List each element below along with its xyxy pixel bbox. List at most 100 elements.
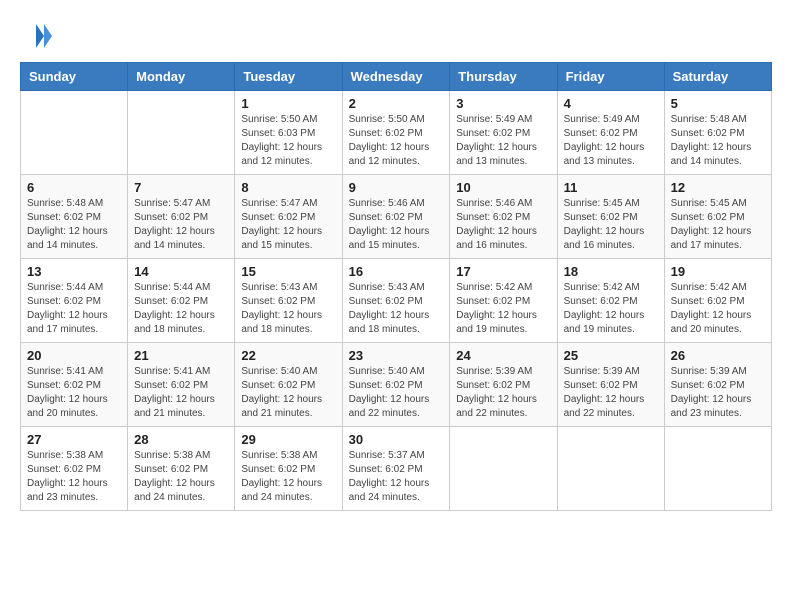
day-info: Sunrise: 5:44 AM Sunset: 6:02 PM Dayligh…: [27, 281, 121, 337]
day-cell: 30 Sunrise: 5:37 AM Sunset: 6:02 PM Dayli…: [342, 427, 450, 511]
day-info: Sunrise: 5:37 AM Sunset: 6:02 PM Dayligh…: [349, 449, 444, 505]
day-info: Sunrise: 5:38 AM Sunset: 6:02 PM Dayligh…: [27, 449, 121, 505]
day-cell: 20 Sunrise: 5:41 AM Sunset: 6:02 PM Dayli…: [21, 343, 128, 427]
day-cell: 2 Sunrise: 5:50 AM Sunset: 6:02 PM Daylig…: [342, 91, 450, 175]
day-cell: [450, 427, 557, 511]
day-number: 14: [134, 264, 228, 279]
day-number: 13: [27, 264, 121, 279]
day-number: 23: [349, 348, 444, 363]
day-number: 5: [671, 96, 765, 111]
day-info: Sunrise: 5:39 AM Sunset: 6:02 PM Dayligh…: [564, 365, 658, 421]
day-number: 10: [456, 180, 550, 195]
day-info: Sunrise: 5:42 AM Sunset: 6:02 PM Dayligh…: [671, 281, 765, 337]
day-info: Sunrise: 5:49 AM Sunset: 6:02 PM Dayligh…: [564, 113, 658, 169]
day-number: 19: [671, 264, 765, 279]
day-number: 25: [564, 348, 658, 363]
day-number: 3: [456, 96, 550, 111]
day-info: Sunrise: 5:39 AM Sunset: 6:02 PM Dayligh…: [671, 365, 765, 421]
day-number: 20: [27, 348, 121, 363]
week-row-5: 27 Sunrise: 5:38 AM Sunset: 6:02 PM Dayli…: [21, 427, 772, 511]
day-info: Sunrise: 5:49 AM Sunset: 6:02 PM Dayligh…: [456, 113, 550, 169]
day-info: Sunrise: 5:48 AM Sunset: 6:02 PM Dayligh…: [27, 197, 121, 253]
weekday-header-row: SundayMondayTuesdayWednesdayThursdayFrid…: [21, 63, 772, 91]
day-number: 6: [27, 180, 121, 195]
week-row-1: 1 Sunrise: 5:50 AM Sunset: 6:03 PM Daylig…: [21, 91, 772, 175]
day-cell: 10 Sunrise: 5:46 AM Sunset: 6:02 PM Dayli…: [450, 175, 557, 259]
day-info: Sunrise: 5:41 AM Sunset: 6:02 PM Dayligh…: [27, 365, 121, 421]
day-cell: 29Sunrise: 5:38 AM Sunset: 6:02 PM Dayli…: [235, 427, 342, 511]
day-info: Sunrise: 5:47 AM Sunset: 6:02 PM Dayligh…: [134, 197, 228, 253]
day-number: 27: [27, 432, 121, 447]
day-info: Sunrise: 5:38 AM Sunset: 6:02 PM Dayligh…: [134, 449, 228, 505]
logo: [20, 20, 54, 52]
calendar: SundayMondayTuesdayWednesdayThursdayFrid…: [20, 62, 772, 511]
day-number: 22: [241, 348, 335, 363]
day-cell: 22Sunrise: 5:40 AM Sunset: 6:02 PM Dayli…: [235, 343, 342, 427]
day-info: Sunrise: 5:50 AM Sunset: 6:02 PM Dayligh…: [349, 113, 444, 169]
day-info: Sunrise: 5:50 AM Sunset: 6:03 PM Dayligh…: [241, 113, 335, 169]
day-cell: 26 Sunrise: 5:39 AM Sunset: 6:02 PM Dayli…: [664, 343, 771, 427]
day-cell: [557, 427, 664, 511]
day-cell: 17 Sunrise: 5:42 AM Sunset: 6:02 PM Dayli…: [450, 259, 557, 343]
day-info: Sunrise: 5:46 AM Sunset: 6:02 PM Dayligh…: [349, 197, 444, 253]
day-cell: 14 Sunrise: 5:44 AM Sunset: 6:02 PM Dayli…: [128, 259, 235, 343]
day-info: Sunrise: 5:46 AM Sunset: 6:02 PM Dayligh…: [456, 197, 550, 253]
day-number: 24: [456, 348, 550, 363]
day-cell: 16 Sunrise: 5:43 AM Sunset: 6:02 PM Dayli…: [342, 259, 450, 343]
day-number: 1: [241, 96, 335, 111]
weekday-tuesday: Tuesday: [235, 63, 342, 91]
day-number: 21: [134, 348, 228, 363]
day-number: 12: [671, 180, 765, 195]
day-info: Sunrise: 5:42 AM Sunset: 6:02 PM Dayligh…: [456, 281, 550, 337]
day-cell: 15Sunrise: 5:43 AM Sunset: 6:02 PM Dayli…: [235, 259, 342, 343]
day-cell: 3 Sunrise: 5:49 AM Sunset: 6:02 PM Daylig…: [450, 91, 557, 175]
day-number: 11: [564, 180, 658, 195]
day-cell: 21 Sunrise: 5:41 AM Sunset: 6:02 PM Dayli…: [128, 343, 235, 427]
week-row-2: 6 Sunrise: 5:48 AM Sunset: 6:02 PM Daylig…: [21, 175, 772, 259]
day-number: 30: [349, 432, 444, 447]
day-number: 26: [671, 348, 765, 363]
day-info: Sunrise: 5:48 AM Sunset: 6:02 PM Dayligh…: [671, 113, 765, 169]
weekday-thursday: Thursday: [450, 63, 557, 91]
day-number: 29: [241, 432, 335, 447]
day-cell: 5 Sunrise: 5:48 AM Sunset: 6:02 PM Daylig…: [664, 91, 771, 175]
day-cell: 12Sunrise: 5:45 AM Sunset: 6:02 PM Dayli…: [664, 175, 771, 259]
week-row-3: 13 Sunrise: 5:44 AM Sunset: 6:02 PM Dayli…: [21, 259, 772, 343]
day-cell: 1 Sunrise: 5:50 AM Sunset: 6:03 PM Daylig…: [235, 91, 342, 175]
day-cell: 8Sunrise: 5:47 AM Sunset: 6:02 PM Daylig…: [235, 175, 342, 259]
day-number: 17: [456, 264, 550, 279]
weekday-saturday: Saturday: [664, 63, 771, 91]
day-number: 28: [134, 432, 228, 447]
day-cell: 4 Sunrise: 5:49 AM Sunset: 6:02 PM Daylig…: [557, 91, 664, 175]
day-number: 18: [564, 264, 658, 279]
day-cell: [21, 91, 128, 175]
weekday-monday: Monday: [128, 63, 235, 91]
day-cell: 23 Sunrise: 5:40 AM Sunset: 6:02 PM Dayli…: [342, 343, 450, 427]
day-cell: 19 Sunrise: 5:42 AM Sunset: 6:02 PM Dayli…: [664, 259, 771, 343]
day-number: 16: [349, 264, 444, 279]
day-info: Sunrise: 5:43 AM Sunset: 6:02 PM Dayligh…: [241, 281, 335, 337]
day-info: Sunrise: 5:39 AM Sunset: 6:02 PM Dayligh…: [456, 365, 550, 421]
weekday-friday: Friday: [557, 63, 664, 91]
day-info: Sunrise: 5:44 AM Sunset: 6:02 PM Dayligh…: [134, 281, 228, 337]
day-number: 4: [564, 96, 658, 111]
day-cell: 9 Sunrise: 5:46 AM Sunset: 6:02 PM Daylig…: [342, 175, 450, 259]
day-cell: 18Sunrise: 5:42 AM Sunset: 6:02 PM Dayli…: [557, 259, 664, 343]
day-info: Sunrise: 5:45 AM Sunset: 6:02 PM Dayligh…: [564, 197, 658, 253]
day-info: Sunrise: 5:43 AM Sunset: 6:02 PM Dayligh…: [349, 281, 444, 337]
day-info: Sunrise: 5:47 AM Sunset: 6:02 PM Dayligh…: [241, 197, 335, 253]
week-row-4: 20 Sunrise: 5:41 AM Sunset: 6:02 PM Dayli…: [21, 343, 772, 427]
day-cell: 25 Sunrise: 5:39 AM Sunset: 6:02 PM Dayli…: [557, 343, 664, 427]
day-number: 9: [349, 180, 444, 195]
day-number: 2: [349, 96, 444, 111]
day-number: 7: [134, 180, 228, 195]
day-info: Sunrise: 5:40 AM Sunset: 6:02 PM Dayligh…: [349, 365, 444, 421]
weekday-wednesday: Wednesday: [342, 63, 450, 91]
weekday-sunday: Sunday: [21, 63, 128, 91]
day-cell: 28 Sunrise: 5:38 AM Sunset: 6:02 PM Dayli…: [128, 427, 235, 511]
day-cell: 24 Sunrise: 5:39 AM Sunset: 6:02 PM Dayli…: [450, 343, 557, 427]
day-info: Sunrise: 5:41 AM Sunset: 6:02 PM Dayligh…: [134, 365, 228, 421]
day-cell: [128, 91, 235, 175]
day-cell: 27 Sunrise: 5:38 AM Sunset: 6:02 PM Dayli…: [21, 427, 128, 511]
header: [20, 20, 772, 52]
